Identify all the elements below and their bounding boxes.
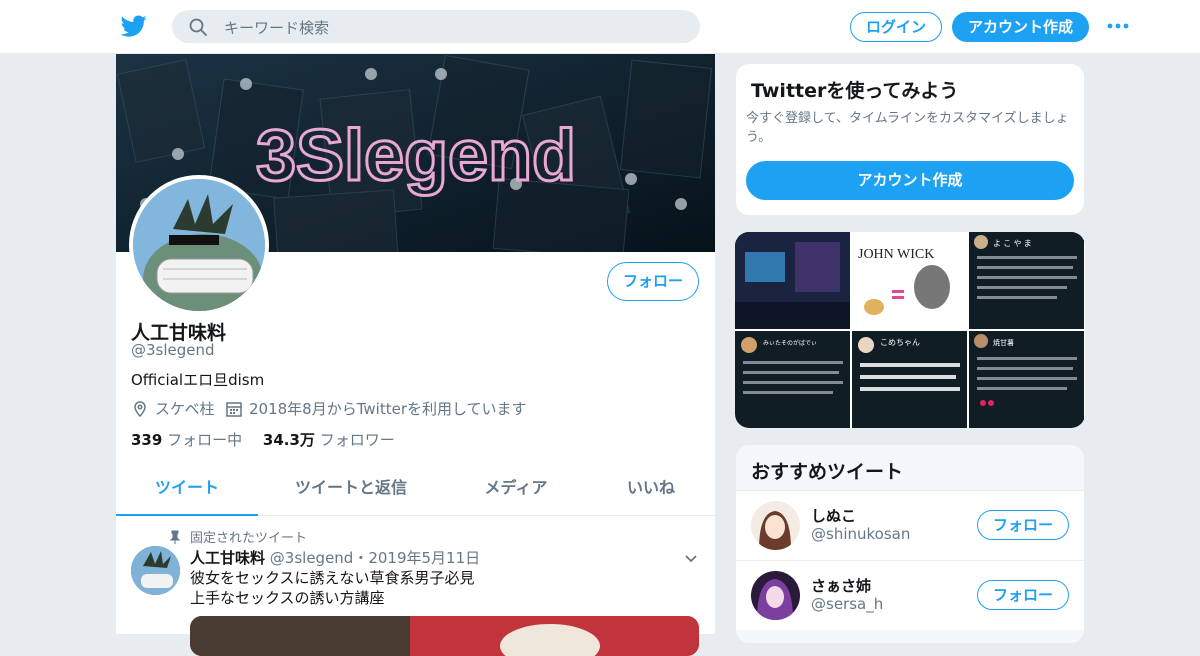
media-tile-5-image: こめちゃん <box>852 331 967 428</box>
media-tile-2-image: JOHN WICK <box>852 232 967 329</box>
banner-logo-text: 3Slegend <box>256 116 576 196</box>
try-twitter-card: Twitterを使ってみよう 今すぐ登録して、タイムラインをカスタマイズしましょ… <box>735 63 1085 216</box>
search-input[interactable]: キーワード検索 <box>172 10 700 43</box>
recommended-user[interactable]: さぁさ姉 @sersa_h フォロー <box>736 560 1084 630</box>
search-placeholder: キーワード検索 <box>224 19 330 37</box>
pinned-label: 固定されたツイート <box>190 531 308 546</box>
profile-bio: Officialエロ旦dism <box>131 371 265 389</box>
tweet-date[interactable]: ・2019年5月11日 <box>353 549 480 567</box>
profile-card: 3Slegend フォロー 人工甘味料 @3slegend Officialエロ… <box>116 54 715 656</box>
calendar-icon <box>226 401 242 417</box>
search-icon <box>189 18 207 36</box>
media-tile-3-caption: よ こ や ま <box>993 239 1032 248</box>
profile-location: スケベ柱 <box>131 398 215 419</box>
media-tile-2-caption: JOHN WICK <box>858 247 934 262</box>
tweet-text: 彼女をセックスに誘えない草食系男子必見 上手なセックスの誘い方講座 <box>190 568 475 608</box>
tweet-text-line2: 上手なセックスの誘い方講座 <box>190 589 385 607</box>
recommended-card: おすすめツイート しぬこ @shinukosan フォロー さぁさ姉 @sers… <box>735 444 1085 644</box>
following-stat[interactable]: 339 フォロー中 <box>131 431 242 449</box>
followers-label: フォロワー <box>319 431 395 449</box>
recommended-user[interactable]: しぬこ @shinukosan フォロー <box>736 490 1084 560</box>
pinned-indicator: 固定されたツイート <box>168 527 307 546</box>
media-tile-6-caption: 焼甘薯 <box>993 338 1014 347</box>
recommended-user-name[interactable]: さぁさ姉 <box>811 575 871 596</box>
pin-icon <box>169 530 181 544</box>
location-icon <box>134 400 146 417</box>
recommended-title: おすすめツイート <box>751 461 904 483</box>
followers-stat[interactable]: 34.3万 フォロワー <box>263 431 395 449</box>
signup-button[interactable]: アカウント作成 <box>952 12 1089 42</box>
chevron-down-icon[interactable] <box>683 550 699 566</box>
media-tile-6-image: 焼甘薯 <box>969 331 1084 428</box>
tab-likes[interactable]: いいね <box>606 466 696 516</box>
avatar[interactable] <box>751 501 800 550</box>
media-tile-5-caption: こめちゃん <box>880 338 920 347</box>
media-tile-3-image: よ こ や ま <box>969 232 1084 329</box>
avatar-illustration <box>133 179 265 311</box>
recommended-user-handle[interactable]: @sersa_h <box>811 595 883 613</box>
recommended-avatar-1 <box>751 501 800 550</box>
tweet-avatar-illustration <box>131 546 180 595</box>
followers-count: 34.3万 <box>262 431 315 449</box>
profile-avatar[interactable] <box>129 175 269 315</box>
profile-tabs: ツイート ツイートと返信 メディア いいね <box>116 466 715 516</box>
media-tile-2[interactable]: JOHN WICK <box>852 232 967 329</box>
recommended-avatar-2 <box>751 571 800 620</box>
create-account-button[interactable]: アカウント作成 <box>746 161 1074 200</box>
media-tile-3[interactable]: よ こ や ま <box>969 232 1084 329</box>
follow-button[interactable]: フォロー <box>977 510 1069 540</box>
profile-joined: 2018年8月からTwitterを利用しています <box>225 398 527 419</box>
top-navigation-bar: キーワード検索 ログイン アカウント作成 <box>0 0 1200 54</box>
try-twitter-title: Twitterを使ってみよう <box>751 80 959 102</box>
profile-handle: @3slegend <box>131 341 215 359</box>
tab-tweets[interactable]: ツイート <box>116 466 258 516</box>
recommended-user-handle[interactable]: @shinukosan <box>811 525 910 543</box>
tweet-media-thumbnail <box>190 616 699 656</box>
location-text: スケベ柱 <box>155 400 215 418</box>
tab-tweets-and-replies[interactable]: ツイートと返信 <box>276 466 426 516</box>
media-tile-5[interactable]: こめちゃん <box>852 331 967 428</box>
more-icon[interactable] <box>1106 22 1130 30</box>
following-label: フォロー中 <box>167 431 243 449</box>
tweet-avatar[interactable] <box>131 546 180 595</box>
twitter-bird-logo-icon[interactable] <box>120 13 148 39</box>
media-tile-4[interactable]: みぃたそのがばでぃ <box>735 331 850 428</box>
following-count: 339 <box>131 431 163 449</box>
tweet-text-line1: 彼女をセックスに誘えない草食系男子必見 <box>190 569 475 587</box>
media-tile-6[interactable]: 焼甘薯 <box>969 331 1084 428</box>
try-twitter-text: 今すぐ登録して、タイムラインをカスタマイズしましょう。 <box>746 111 1069 145</box>
media-grid: JOHN WICK よ こ や ま みぃたそのがばでぃ こめちゃん 焼甘薯 <box>735 232 1085 428</box>
tweet-author-name[interactable]: 人工甘味料 <box>190 549 265 567</box>
media-tile-1-image <box>735 232 850 329</box>
joined-text: 2018年8月からTwitterを利用しています <box>249 400 527 418</box>
media-tile-1[interactable] <box>735 232 850 329</box>
tweet-media-image[interactable] <box>190 616 699 656</box>
media-tile-4-image: みぃたそのがばでぃ <box>735 331 850 428</box>
login-button[interactable]: ログイン <box>850 12 942 42</box>
profile-stats: 339 フォロー中 34.3万 フォロワー <box>131 429 395 450</box>
media-tile-4-caption: みぃたそのがばでぃ <box>763 339 817 347</box>
follow-button[interactable]: フォロー <box>607 262 699 301</box>
tweet-header: 人工甘味料 @3slegend・2019年5月11日 <box>190 547 480 568</box>
tab-media[interactable]: メディア <box>456 466 576 516</box>
recommended-user-name[interactable]: しぬこ <box>811 505 856 526</box>
avatar[interactable] <box>751 571 800 620</box>
follow-button[interactable]: フォロー <box>977 580 1069 610</box>
tweet-author-handle[interactable]: @3slegend <box>270 549 354 567</box>
